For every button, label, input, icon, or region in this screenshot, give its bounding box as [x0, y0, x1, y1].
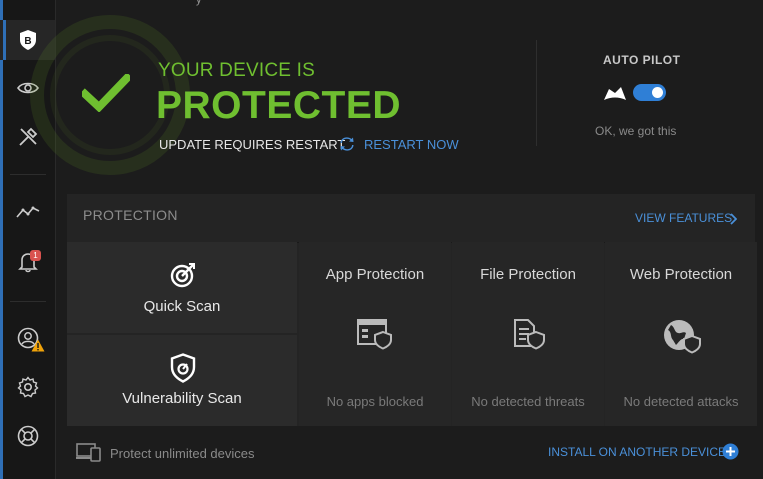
quick-scan-button[interactable]: Quick Scan	[67, 242, 297, 333]
chevron-right-icon[interactable]	[729, 212, 738, 230]
gear-icon	[17, 376, 39, 398]
bitdefender-logo-icon: B	[18, 29, 38, 51]
activity-graph-icon	[16, 205, 40, 219]
restart-icon[interactable]	[339, 136, 355, 157]
window-title-fragment: y	[196, 0, 202, 6]
toggle-knob	[652, 87, 663, 98]
view-features-link[interactable]: VIEW FEATURES	[635, 211, 732, 225]
install-another-device-link[interactable]: INSTALL ON ANOTHER DEVICE	[548, 445, 726, 459]
sidebar-item-activity[interactable]	[0, 192, 56, 232]
web-protection-status: No detected attacks	[623, 394, 739, 409]
protect-devices-text: Protect unlimited devices	[110, 446, 255, 461]
file-protection-title: File Protection	[480, 266, 576, 283]
app-protection-title: App Protection	[325, 266, 425, 283]
sidebar-item-account[interactable]	[0, 318, 56, 358]
status-headline: PROTECTED	[156, 84, 402, 127]
plus-circle-icon[interactable]	[722, 443, 739, 465]
autopilot-toggle[interactable]	[633, 84, 666, 101]
autopilot-status: OK, we got this	[595, 124, 677, 138]
sidebar-item-notifications[interactable]: 1	[0, 242, 56, 282]
app-protection-card[interactable]: App Protection No apps blocked	[299, 242, 451, 426]
file-protection-card[interactable]: File Protection No detected threats	[452, 242, 604, 426]
sidebar-item-settings[interactable]	[0, 367, 56, 407]
restart-now-link[interactable]: RESTART NOW	[364, 137, 459, 152]
web-protection-title: Web Protection	[629, 266, 733, 283]
warning-icon	[31, 339, 45, 352]
app-protection-status: No apps blocked	[326, 394, 424, 409]
sidebar-item-support[interactable]	[0, 416, 56, 456]
vulnerability-scan-button[interactable]: Vulnerability Scan	[67, 335, 297, 426]
app-shield-icon	[356, 318, 394, 355]
notification-count-badge: 1	[30, 250, 41, 261]
protection-panel-header: PROTECTION VIEW FEATURES	[67, 194, 755, 243]
lifebuoy-icon	[17, 425, 39, 447]
svg-text:B: B	[24, 36, 31, 47]
protection-panel: PROTECTION VIEW FEATURES Quick Scan Vuln…	[67, 194, 757, 426]
globe-shield-icon	[662, 318, 702, 359]
status-line: YOUR DEVICE IS	[158, 60, 315, 81]
protection-title: PROTECTION	[83, 207, 178, 223]
vulnerability-scan-label: Vulnerability Scan	[122, 390, 242, 407]
shield-scan-icon	[170, 353, 196, 388]
update-notice: UPDATE REQUIRES RESTART	[159, 137, 346, 152]
autopilot-title: AUTO PILOT	[603, 53, 681, 67]
checkmark-icon	[79, 72, 133, 117]
file-protection-status: No detected threats	[471, 394, 585, 409]
devices-icon	[76, 442, 102, 467]
autopilot-icon	[603, 84, 627, 107]
file-shield-icon	[509, 318, 547, 355]
hero-divider	[536, 40, 537, 146]
sidebar-separator	[10, 174, 46, 175]
scan-actions: Quick Scan Vulnerability Scan	[67, 242, 297, 426]
quick-scan-label: Quick Scan	[143, 298, 221, 315]
web-protection-card[interactable]: Web Protection No detected attacks	[605, 242, 757, 426]
sidebar-separator	[10, 301, 46, 302]
tools-icon	[17, 126, 39, 148]
target-scan-icon	[170, 262, 196, 293]
